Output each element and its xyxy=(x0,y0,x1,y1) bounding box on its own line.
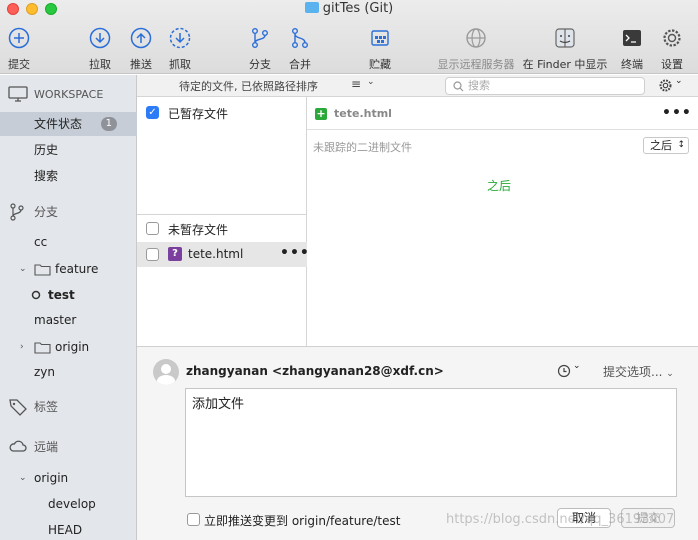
sidebar-item-history[interactable]: 历史 xyxy=(0,138,137,162)
commit-message-input[interactable]: 添加文件 xyxy=(185,388,677,497)
more-options-icon[interactable]: ••• xyxy=(662,105,692,121)
push-arrow-icon xyxy=(130,27,152,49)
toolbar: gitTes (Git) 提交 拉取 推送 抓取 分支 合并 贮藏 显示远程服务… xyxy=(0,0,698,74)
show-in-finder-toolbar-button[interactable]: 在 Finder 中显示 xyxy=(522,26,608,72)
diff-pane: + tete.html ••• 未跟踪的二进制文件 之后 ↕ 之后 xyxy=(307,97,698,346)
sidebar-remote-branch[interactable]: HEAD xyxy=(0,518,137,540)
commit-toolbar-button[interactable]: 提交 xyxy=(5,26,33,72)
sidebar-branch-item[interactable]: cc xyxy=(0,230,137,254)
chevron-down-icon: ⌄ xyxy=(666,369,674,379)
sidebar-branch-folder[interactable]: › origin xyxy=(0,335,137,359)
search-bar: 搜索 ⌄ xyxy=(443,75,698,97)
globe-icon xyxy=(466,28,486,48)
sidebar-branch-item[interactable]: zyn xyxy=(0,360,137,384)
chevron-down-icon: ⌄ xyxy=(367,77,375,87)
watermark: https://blog.csdn.net/qq_36193407 xyxy=(446,512,675,527)
plus-circle-icon xyxy=(8,27,30,49)
sidebar-branch-folder[interactable]: ⌄ feature xyxy=(0,257,137,281)
push-immediately-checkbox[interactable] xyxy=(187,513,200,526)
branch-toolbar-button[interactable]: 分支 xyxy=(246,26,274,72)
sidebar-section-tags[interactable]: 标签 xyxy=(0,395,137,419)
pull-arrow-icon xyxy=(89,27,111,49)
diff-view-select[interactable]: 之后 ↕ xyxy=(643,137,689,154)
sidebar-remote-branch[interactable]: develop xyxy=(0,492,137,516)
settings-toolbar-button[interactable]: 设置 xyxy=(658,26,686,72)
fetch-arrow-icon xyxy=(169,27,191,49)
added-file-icon: + xyxy=(315,107,327,120)
search-input[interactable]: 搜索 xyxy=(445,77,645,95)
stash-toolbar-button[interactable]: 贮藏 xyxy=(366,26,394,72)
merge-icon xyxy=(292,28,308,48)
file-status-count-badge: 1 xyxy=(100,117,117,131)
terminal-icon xyxy=(623,30,641,46)
list-menu-icon[interactable]: ≡ xyxy=(351,77,361,91)
current-branch-icon xyxy=(31,290,41,300)
gear-icon xyxy=(659,79,672,92)
window-title: gitTes (Git) xyxy=(0,1,698,16)
commit-options-menu[interactable]: 提交选项... ⌄ xyxy=(603,363,674,380)
avatar xyxy=(153,359,179,385)
pull-toolbar-button[interactable]: 拉取 xyxy=(85,26,115,72)
chevron-down-icon[interactable]: ⌄ xyxy=(19,466,27,490)
stash-icon xyxy=(371,30,389,46)
sidebar-section-workspace: WORKSPACE xyxy=(0,83,137,107)
staged-section: ✓ 已暂存文件 xyxy=(137,97,307,215)
sidebar-branch-item-current[interactable]: test xyxy=(0,283,137,307)
more-options-icon[interactable]: ••• xyxy=(280,245,310,261)
sidebar-section-branches[interactable]: 分支 xyxy=(0,200,137,224)
fetch-toolbar-button[interactable]: 抓取 xyxy=(165,26,195,72)
chevron-down-icon: ⌄ xyxy=(675,76,683,86)
clock-icon xyxy=(557,364,571,378)
folder-icon xyxy=(34,264,51,276)
folder-icon xyxy=(304,2,319,13)
push-toolbar-button[interactable]: 推送 xyxy=(126,26,156,72)
file-sort-bar[interactable]: 待定的文件, 已依照路径排序 ≡ ⌄ xyxy=(137,75,443,97)
branch-icon xyxy=(252,28,268,48)
sidebar-branch-item[interactable]: master xyxy=(0,308,137,332)
author-label: zhangyanan <zhangyanan28@xdf.cn> xyxy=(186,364,444,378)
sidebar-item-file-status[interactable]: 文件状态 1 xyxy=(0,112,137,136)
show-remote-toolbar-button[interactable]: 显示远程服务器 xyxy=(436,26,516,72)
untracked-file-icon: ? xyxy=(168,247,182,261)
file-list-pane: ✓ 已暂存文件 未暂存文件 ? tete.html ••• xyxy=(137,97,310,346)
diff-header: + tete.html ••• xyxy=(307,97,698,130)
cloud-icon xyxy=(9,440,27,452)
terminal-toolbar-button[interactable]: 终端 xyxy=(618,26,646,72)
gear-icon xyxy=(663,29,681,47)
file-checkbox[interactable] xyxy=(146,248,159,261)
unstaged-checkbox[interactable] xyxy=(146,222,159,235)
chevron-down-icon: ⌄ xyxy=(573,361,581,371)
sidebar-section-remotes[interactable]: 远端 xyxy=(0,435,137,459)
commit-panel: zhangyanan <zhangyanan28@xdf.cn> ⌄ 提交选项.… xyxy=(137,346,698,540)
tag-icon xyxy=(9,399,27,416)
sidebar-remote-origin[interactable]: ⌄ origin xyxy=(0,466,137,490)
chevron-right-icon[interactable]: › xyxy=(20,335,24,359)
folder-icon xyxy=(34,342,51,354)
action-gear-menu[interactable]: ⌄ xyxy=(658,76,683,96)
chevron-down-icon[interactable]: ⌄ xyxy=(19,257,27,281)
sidebar-item-search[interactable]: 搜索 xyxy=(0,164,137,188)
branch-icon xyxy=(10,203,24,221)
merge-toolbar-button[interactable]: 合并 xyxy=(286,26,314,72)
commit-history-menu[interactable]: ⌄ xyxy=(557,361,581,381)
monitor-icon xyxy=(8,86,28,102)
staged-checkbox[interactable]: ✓ xyxy=(146,106,159,119)
sidebar: WORKSPACE 文件状态 1 历史 搜索 分支 cc ⌄ feature t… xyxy=(0,75,137,540)
finder-icon xyxy=(555,28,575,48)
updown-chevron-icon: ↕ xyxy=(677,140,685,150)
list-item[interactable]: ? tete.html ••• xyxy=(137,242,310,267)
search-icon xyxy=(453,81,464,92)
